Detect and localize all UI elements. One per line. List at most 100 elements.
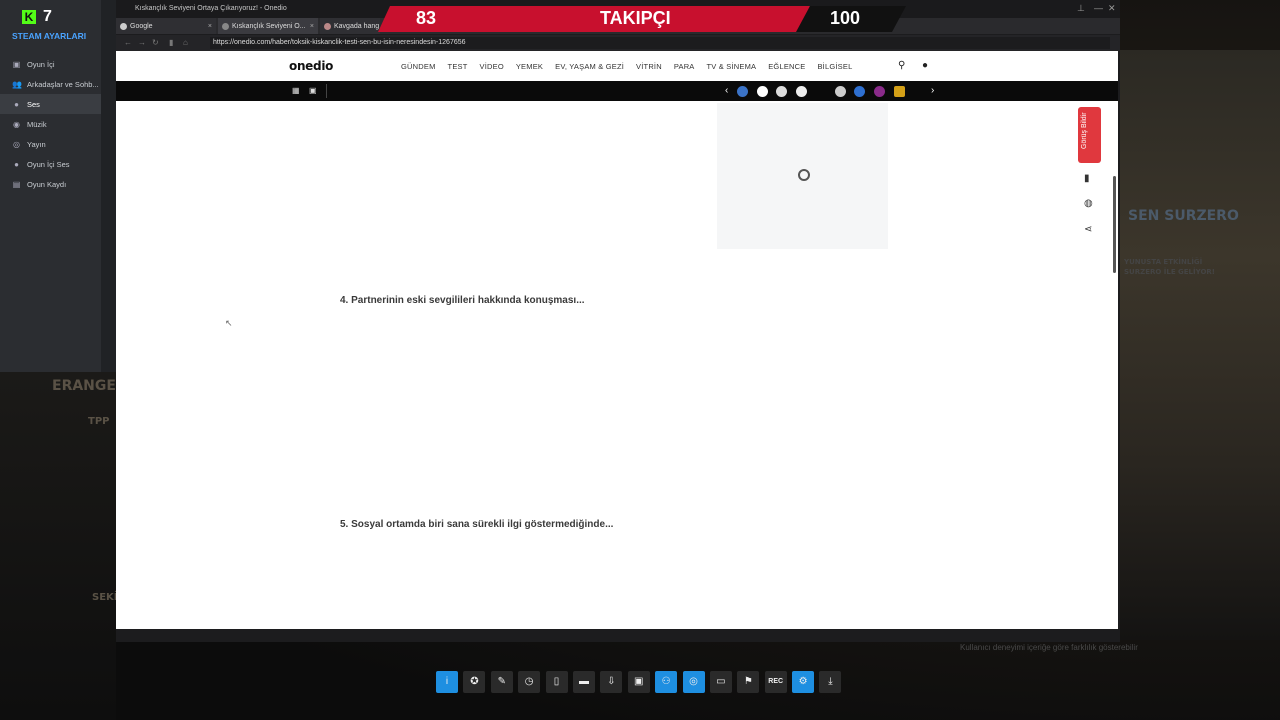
category-chip-icon[interactable]	[835, 86, 846, 97]
backdrop-text: TPP	[88, 416, 110, 427]
share-icon[interactable]: ⋖	[1084, 224, 1092, 235]
follower-goal: 100	[830, 8, 861, 28]
back-icon[interactable]: ←	[124, 38, 132, 47]
chat-icon[interactable]: ▬	[572, 671, 595, 693]
pencil-icon[interactable]: ✎	[490, 671, 513, 693]
category-chip-icon[interactable]	[894, 86, 905, 97]
forward-icon[interactable]: →	[138, 38, 146, 47]
chevron-left-icon[interactable]: ‹	[725, 85, 728, 96]
pin-icon[interactable]: ⊥	[1077, 3, 1085, 14]
close-icon[interactable]: ×	[208, 23, 212, 30]
backdrop-text: YUNUSTA ETKİNLİĞİ	[1124, 258, 1203, 266]
steam-nav-music[interactable]: ◉ Müzik	[0, 114, 101, 134]
category-chip-icon[interactable]	[854, 86, 865, 97]
menu-item[interactable]: VİDEO	[480, 62, 504, 71]
guide-icon[interactable]: ▯	[545, 671, 568, 693]
gamepad-icon[interactable]: ▣	[309, 86, 317, 95]
controller-icon[interactable]: ▭	[709, 671, 732, 693]
list-item-heading-5: 5. Sosyal ortamda biri sana sürekli ilgi…	[340, 519, 614, 530]
microphone-icon: ●	[14, 99, 19, 109]
minimize-icon[interactable]: —	[1094, 3, 1103, 13]
tab-onedio[interactable]: Kıskançlık Seviyeni O... ×	[218, 18, 318, 34]
steam-nav-friends[interactable]: 👥 Arkadaşlar ve Sohb...	[0, 74, 101, 94]
category-strip: ▦ ▣ ‹ ›	[116, 81, 1118, 101]
bookmark-icon[interactable]: ▮	[1084, 173, 1090, 184]
flag-icon[interactable]: ⚑	[737, 671, 760, 693]
strip-divider	[326, 84, 327, 98]
menu-item[interactable]: EĞLENCE	[768, 62, 805, 71]
browser-icon[interactable]: ◎	[682, 671, 705, 693]
close-icon[interactable]: ×	[310, 23, 314, 30]
steam-settings-title: STEAM AYARLARI	[12, 31, 87, 41]
steam-nav-voice[interactable]: ● Ses	[0, 94, 101, 114]
web-page: onedio GÜNDEM TEST VİDEO YEMEK EV, YAŞAM…	[116, 51, 1118, 629]
bookmark-icon[interactable]: ▮	[169, 38, 173, 47]
menu-item[interactable]: PARA	[674, 62, 695, 71]
reload-icon[interactable]: ↻	[152, 38, 159, 47]
steam-nav-ingame[interactable]: ▣ Oyun İçi	[0, 54, 101, 74]
browser-address-bar: ← → ↻ ▮ ⌂ https://onedio.com/haber/toksi…	[116, 35, 1120, 51]
steam-nav-recording[interactable]: ▤ Oyun Kaydı	[0, 174, 101, 194]
url-input[interactable]: https://onedio.com/haber/toksik-kiskancl…	[210, 37, 1110, 49]
page-scrollbar[interactable]	[1113, 176, 1116, 273]
list-item-heading-4: 4. Partnerinin eski sevgilileri hakkında…	[340, 295, 585, 306]
feedback-button[interactable]: Görüş Bildir	[1078, 107, 1101, 163]
tab-kavgada[interactable]: Kavgada hang	[320, 18, 380, 34]
achievements-icon[interactable]: ✪	[463, 671, 486, 693]
follower-goal-overlay: 83 TAKIPÇI 100	[378, 6, 906, 32]
backdrop-text: SURZERO İLE GELİYOR!	[1124, 268, 1215, 276]
window-title: Kıskançlık Seviyeni Ortaya Çıkarıyoruz! …	[135, 5, 287, 12]
overlay-toolbar: i ✪ ✎ ◷ ▯ ▬ ⇩ ▣ ⚇ ◎ ▭ ⚑ REC ⚙ ⤓	[436, 671, 842, 693]
category-chip-icon[interactable]	[874, 86, 885, 97]
broadcast-icon: ◎	[13, 139, 20, 149]
site-logo[interactable]: onedio	[289, 59, 333, 73]
follower-count: 83	[416, 8, 437, 28]
gamepad-icon: ▣	[12, 59, 21, 69]
friends-icon[interactable]: ⚇	[655, 671, 678, 693]
home-icon[interactable]: ⌂	[183, 38, 188, 47]
page-favicon-icon	[324, 22, 331, 30]
chevron-right-icon[interactable]: ›	[931, 85, 934, 96]
category-chip-icon[interactable]	[737, 86, 748, 97]
record-icon: ▤	[12, 179, 21, 189]
steam-settings-panel: K 7 STEAM AYARLARI ▣ Oyun İçi 👥 Arkadaşlar…	[0, 0, 116, 372]
menu-item[interactable]: EV, YAŞAM & GEZİ	[555, 62, 624, 71]
category-chip-icon[interactable]	[776, 86, 787, 97]
steam-content-strip	[101, 0, 116, 372]
site-menu: GÜNDEM TEST VİDEO YEMEK EV, YAŞAM & GEZİ…	[401, 62, 864, 71]
screenshot-icon[interactable]: ▣	[627, 671, 650, 693]
menu-item[interactable]: TV & SİNEMA	[707, 62, 757, 71]
user-icon[interactable]: ●	[922, 60, 928, 71]
kick-viewer-count: 7	[43, 8, 52, 25]
site-header: onedio GÜNDEM TEST VİDEO YEMEK EV, YAŞAM…	[116, 51, 1118, 81]
settings-icon[interactable]: ⚙	[792, 671, 815, 693]
minimize-icon[interactable]: ⤓	[819, 671, 842, 693]
search-icon[interactable]: ⚲	[898, 60, 905, 71]
category-chip-icon[interactable]	[757, 86, 768, 97]
menu-item[interactable]: VİTRİN	[636, 62, 662, 71]
kick-logo-icon: K	[22, 10, 36, 24]
onedio-favicon-icon	[222, 22, 229, 30]
info-icon[interactable]: i	[436, 671, 458, 693]
backdrop-caption: Kullanıcı deneyimi içeriğe göre farklılı…	[960, 643, 1138, 652]
category-chip-icon[interactable]	[796, 86, 807, 97]
backdrop-text: SEKİ	[92, 592, 118, 603]
ad-placeholder	[717, 103, 888, 249]
steam-nav-broadcast[interactable]: ◎ Yayın	[0, 134, 101, 154]
follower-goal-bar	[378, 6, 810, 32]
tab-google[interactable]: Google ×	[116, 18, 216, 34]
menu-item[interactable]: GÜNDEM	[401, 62, 436, 71]
loading-spinner-icon	[798, 169, 810, 181]
download-icon[interactable]: ⇩	[600, 671, 623, 693]
rec-icon[interactable]: REC	[764, 671, 787, 693]
clock-icon[interactable]: ◷	[518, 671, 541, 693]
close-icon[interactable]: ✕	[1108, 3, 1116, 14]
comments-icon[interactable]: ◍	[1084, 198, 1093, 209]
menu-item[interactable]: TEST	[448, 62, 468, 71]
grid-icon[interactable]: ▦	[292, 86, 300, 95]
menu-item[interactable]: BİLGİSEL	[817, 62, 852, 71]
steam-nav-ingame-voice[interactable]: ● Oyun İçi Ses	[0, 154, 101, 174]
menu-item[interactable]: YEMEK	[516, 62, 543, 71]
mouse-cursor-icon: ↖	[225, 318, 233, 328]
game-background-right	[1120, 50, 1280, 640]
